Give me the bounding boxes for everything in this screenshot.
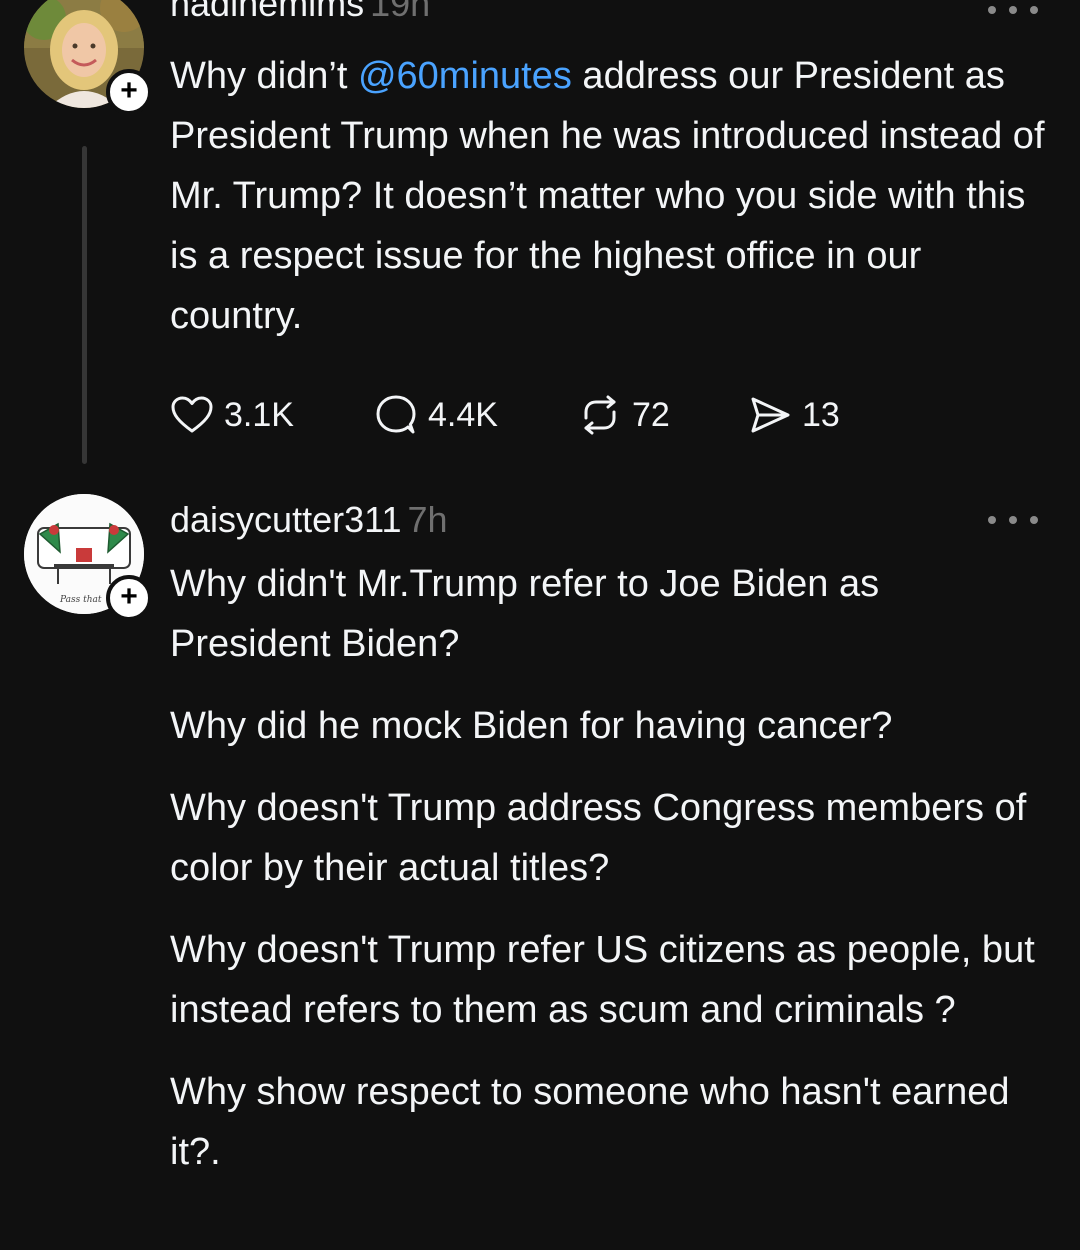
paragraph: Why doesn't Trump address Congress membe…	[170, 787, 1027, 889]
like-count: 3.1K	[224, 395, 294, 434]
paragraph: Why didn't Mr.Trump refer to Joe Biden a…	[170, 563, 880, 665]
follow-plus-icon[interactable]: +	[106, 575, 152, 621]
thread-line	[82, 146, 87, 464]
reply-count: 4.4K	[428, 395, 498, 434]
post-text: Why didn’t @60minutes address our Presid…	[170, 46, 1050, 346]
text-part-1: Why didn’t	[170, 55, 358, 97]
post-actions: 3.1K 4.4K 72 13	[170, 390, 930, 440]
text-part-2: address our President as President Trump…	[170, 55, 1045, 337]
more-icon[interactable]	[988, 4, 1038, 16]
like-button[interactable]: 3.1K	[170, 390, 294, 440]
reply-button[interactable]: 4.4K	[374, 390, 498, 440]
repost-count: 72	[632, 395, 670, 434]
more-icon[interactable]	[988, 514, 1038, 526]
avatar-caption: Pass that	[59, 595, 102, 605]
username[interactable]: daisycutter311	[170, 499, 401, 540]
paragraph: Why doesn't Trump refer US citizens as p…	[170, 929, 1035, 1031]
username[interactable]: nadinemims	[170, 0, 364, 24]
repost-icon	[584, 395, 616, 435]
post-text: Why didn't Mr.Trump refer to Joe Biden a…	[170, 554, 1050, 1204]
paragraph: Why show respect to someone who hasn't e…	[170, 1071, 1010, 1173]
share-icon	[751, 397, 790, 433]
post-nadinemims: + nadinemims 19h Why didn’t @60minutes ad…	[0, 0, 1080, 468]
mention-link[interactable]: @60minutes	[358, 55, 572, 97]
timestamp: 19h	[370, 0, 431, 24]
timestamp: 7h	[407, 499, 448, 540]
share-button[interactable]: 13	[748, 390, 840, 440]
post-header: daisycutter311 7h	[170, 498, 448, 542]
post-daisycutter311: Pass that + daisycutter311 7h Why didn't …	[0, 490, 1080, 1250]
comment-icon	[376, 395, 416, 434]
share-count: 13	[802, 395, 840, 434]
heart-icon	[171, 396, 213, 433]
post-header: nadinemims 19h	[170, 0, 430, 26]
follow-plus-icon[interactable]: +	[106, 69, 152, 115]
repost-button[interactable]: 72	[578, 390, 670, 440]
paragraph: Why did he mock Biden for having cancer?	[170, 705, 893, 747]
